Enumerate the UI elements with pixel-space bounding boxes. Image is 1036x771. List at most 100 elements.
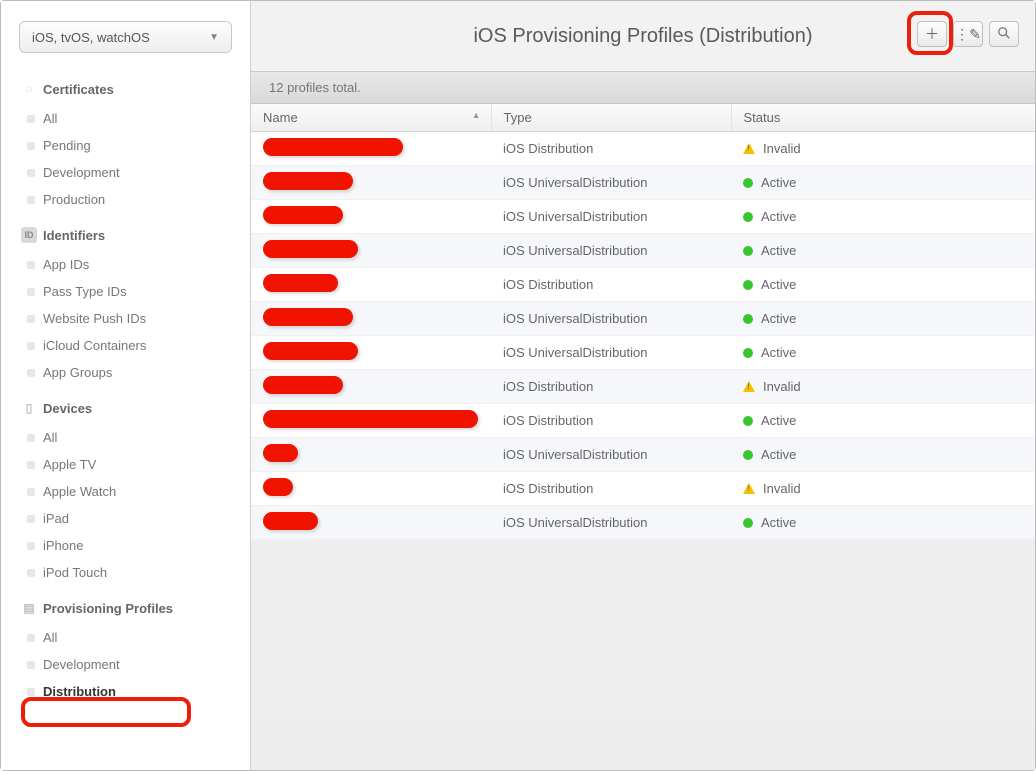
sidebar-item[interactable]: App IDs — [1, 251, 250, 278]
status-label: Active — [761, 447, 796, 462]
sidebar-item[interactable]: iPhone — [1, 532, 250, 559]
status-label: Active — [761, 413, 796, 428]
search-button[interactable] — [989, 21, 1019, 47]
cell-status: Invalid — [731, 370, 1035, 404]
cell-status: Active — [731, 506, 1035, 540]
sidebar-item-label: Website Push IDs — [43, 311, 146, 326]
cell-name — [251, 472, 491, 506]
sidebar-item[interactable]: Distribution — [1, 678, 250, 705]
table-row[interactable]: iOS UniversalDistributionActive — [251, 302, 1035, 336]
sidebar-item[interactable]: Development — [1, 651, 250, 678]
redacted-name — [263, 206, 343, 224]
column-header-name[interactable]: Name ▲ — [251, 104, 491, 132]
status-active-icon — [743, 416, 753, 426]
redacted-name — [263, 172, 353, 190]
profile-icon: ▤ — [21, 600, 37, 616]
cell-type: iOS Distribution — [491, 132, 731, 166]
sidebar-item-label: Development — [43, 657, 120, 672]
section-header-certificates[interactable]: ◌ Certificates — [1, 73, 250, 105]
platform-selector-label: iOS, tvOS, watchOS — [32, 30, 150, 45]
sidebar-item[interactable]: All — [1, 105, 250, 132]
sidebar-item-label: All — [43, 111, 57, 126]
sidebar-item[interactable]: Apple TV — [1, 451, 250, 478]
sidebar-item[interactable]: iCloud Containers — [1, 332, 250, 359]
table-row[interactable]: iOS UniversalDistributionActive — [251, 506, 1035, 540]
sidebar-item-label: iPod Touch — [43, 565, 107, 580]
sidebar-item-label: Production — [43, 192, 105, 207]
sidebar-item-label: Pending — [43, 138, 91, 153]
sidebar-item[interactable]: App Groups — [1, 359, 250, 386]
cell-type: iOS UniversalDistribution — [491, 336, 731, 370]
sidebar-item-label: Apple TV — [43, 457, 96, 472]
sidebar-item-label: Distribution — [43, 684, 116, 699]
table-row[interactable]: iOS DistributionInvalid — [251, 472, 1035, 506]
status-active-icon — [743, 518, 753, 528]
device-icon: ▯ — [21, 400, 37, 416]
count-bar: 12 profiles total. — [251, 71, 1035, 104]
table-row[interactable]: iOS UniversalDistribution Active — [251, 200, 1035, 234]
plus-icon: ＋ — [925, 24, 939, 44]
cell-status: Active — [731, 302, 1035, 336]
status-active-icon — [743, 280, 753, 290]
redacted-name — [263, 240, 358, 258]
status-label: Active — [761, 311, 796, 326]
section-label: Devices — [43, 401, 92, 416]
edit-button[interactable]: ⋮✎ — [953, 21, 983, 47]
sidebar-item[interactable]: Pending — [1, 132, 250, 159]
cell-status: Invalid — [731, 132, 1035, 166]
add-button[interactable]: ＋ — [917, 21, 947, 47]
status-label: Active — [761, 515, 796, 530]
edit-list-icon: ⋮✎ — [955, 26, 981, 43]
table-row[interactable]: iOS UniversalDistributionActive — [251, 234, 1035, 268]
table-row[interactable]: iOS UniversalDistribution Active — [251, 336, 1035, 370]
column-header-type[interactable]: Type — [491, 104, 731, 132]
section-header-devices[interactable]: ▯ Devices — [1, 392, 250, 424]
cell-name — [251, 370, 491, 404]
table-row[interactable]: iOS DistributionInvalid — [251, 370, 1035, 404]
cell-type: iOS UniversalDistribution — [491, 200, 731, 234]
redacted-name — [263, 478, 293, 496]
section-label: Provisioning Profiles — [43, 601, 173, 616]
section-devices: ▯ Devices All Apple TV Apple Watch iPad iPho… — [1, 392, 250, 586]
sidebar-item[interactable]: Development — [1, 159, 250, 186]
cell-type: iOS UniversalDistribution — [491, 438, 731, 472]
redacted-name — [263, 444, 298, 462]
status-active-icon — [743, 246, 753, 256]
sidebar-item[interactable]: All — [1, 624, 250, 651]
status-label: Active — [761, 209, 796, 224]
search-icon — [997, 26, 1011, 43]
table-row[interactable]: iOS DistributionActive — [251, 404, 1035, 438]
table-row[interactable]: iOS DistributionInvalid — [251, 132, 1035, 166]
sidebar-item-label: iPad — [43, 511, 69, 526]
cell-status: Active — [731, 166, 1035, 200]
table-row[interactable]: iOS DistributionActive — [251, 268, 1035, 302]
sidebar-item[interactable]: Website Push IDs — [1, 305, 250, 332]
section-header-identifiers[interactable]: ID Identifiers — [1, 219, 250, 251]
cell-name — [251, 404, 491, 438]
cell-name — [251, 132, 491, 166]
status-label: Active — [761, 345, 796, 360]
sidebar-item[interactable]: Pass Type IDs — [1, 278, 250, 305]
status-active-icon — [743, 212, 753, 222]
sidebar-item[interactable]: iPad — [1, 505, 250, 532]
table-row[interactable]: iOS UniversalDistribution Active — [251, 438, 1035, 472]
cell-name — [251, 234, 491, 268]
cell-status: Active — [731, 234, 1035, 268]
cell-status: Active — [731, 336, 1035, 370]
sidebar-item[interactable]: iPod Touch — [1, 559, 250, 586]
sidebar-item[interactable]: Production — [1, 186, 250, 213]
sidebar-item-label: Development — [43, 165, 120, 180]
profiles-table: Name ▲ Type Status iOS DistributionInval… — [251, 104, 1035, 540]
sidebar: iOS, tvOS, watchOS ▼ ◌ Certificates All P… — [1, 1, 251, 770]
status-label: Active — [761, 277, 796, 292]
cell-type: iOS UniversalDistribution — [491, 234, 731, 268]
sidebar-item[interactable]: All — [1, 424, 250, 451]
section-header-provisioning[interactable]: ▤ Provisioning Profiles — [1, 592, 250, 624]
cell-type: iOS Distribution — [491, 472, 731, 506]
table-row[interactable]: iOS UniversalDistributionActive — [251, 166, 1035, 200]
sidebar-item[interactable]: Apple Watch — [1, 478, 250, 505]
status-active-icon — [743, 178, 753, 188]
column-header-status[interactable]: Status — [731, 104, 1035, 132]
cell-status: Active — [731, 438, 1035, 472]
platform-selector[interactable]: iOS, tvOS, watchOS ▼ — [19, 21, 232, 53]
